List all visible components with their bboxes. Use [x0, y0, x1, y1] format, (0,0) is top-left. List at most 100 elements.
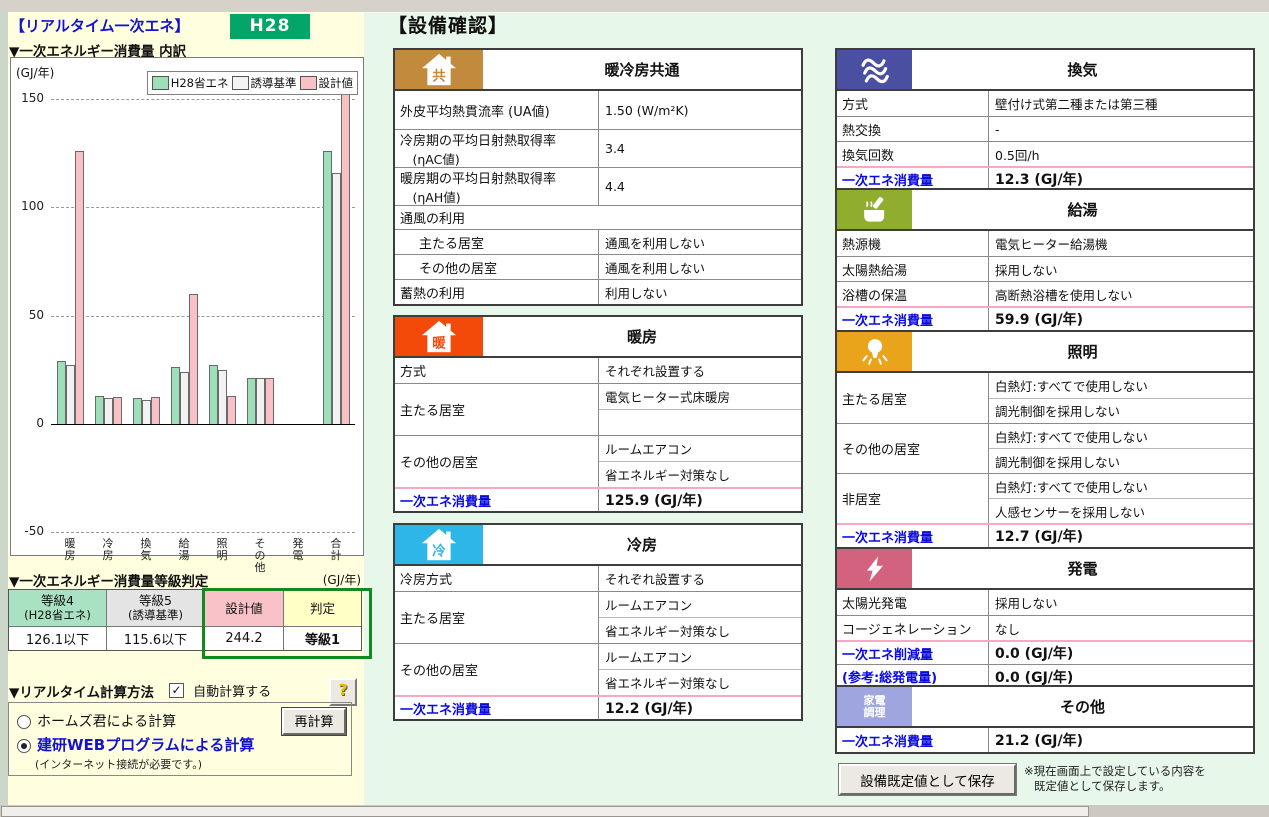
- other-label: 一次エネ消費量: [837, 728, 989, 752]
- generation-value-line: なし: [989, 619, 1253, 638]
- legend-label: 誘導基準: [251, 75, 297, 91]
- save-defaults-button[interactable]: 設備既定値として保存: [839, 764, 1016, 795]
- heating-value-line: 電気ヒーター式床暖房: [599, 384, 801, 409]
- hotwater-value-line: 採用しない: [989, 260, 1253, 279]
- cooling-value-line: それぞれ設置する: [599, 569, 801, 588]
- equipment-table-cooling: 冷冷房冷房方式それぞれ設置する主たる居室ルームエアコン省エネルギー対策なしその他…: [393, 523, 803, 721]
- lighting-value-line: 調光制御を採用しない: [989, 398, 1253, 424]
- lighting-value-line: 人感センサーを採用しない: [989, 498, 1253, 523]
- common-value-line: 利用しない: [599, 283, 801, 302]
- grade5-header-line2: (誘導基準): [128, 608, 183, 623]
- cooling-value-line: ルームエアコン: [599, 592, 801, 617]
- legend-label: 設計値: [319, 75, 354, 91]
- scrollbar-thumb[interactable]: [1, 806, 1089, 817]
- generation-value-line: 0.0 (GJ/年): [989, 667, 1253, 687]
- cooling-value: ルームエアコン省エネルギー対策なし: [599, 644, 801, 695]
- save-note-line2: 既定値として保存します。: [1024, 779, 1206, 794]
- bulb-icon: [837, 332, 912, 371]
- legend-item: 設計値: [300, 75, 354, 91]
- common-row-暖房期の平均日射熱取得率: 暖房期の平均日射熱取得率 (ηAH値)4.4: [395, 167, 801, 205]
- x-category-label-給湯: 給湯: [177, 538, 191, 562]
- bar-冷房-H28省エネ: [95, 396, 104, 424]
- ventilation-row-換気回数: 換気回数0.5回/h: [837, 141, 1253, 166]
- lightning-icon: [837, 549, 912, 588]
- design-value-header: 設計値: [205, 590, 284, 627]
- bar-その他-H28省エネ: [247, 378, 256, 423]
- hotwater-row-一次エネ消費量: 一次エネ消費量59.9 (GJ/年): [837, 306, 1253, 330]
- common-label: 通風の利用: [395, 206, 801, 229]
- cooling-value-line: ルームエアコン: [599, 644, 801, 669]
- hotwater-label: 浴槽の保温: [837, 282, 989, 306]
- radio-kenken-web-icon[interactable]: [17, 739, 31, 753]
- auto-calc-checkbox[interactable]: ✓: [169, 683, 184, 698]
- bar-合計-H28省エネ: [323, 151, 332, 424]
- lighting-value-line: 白熱灯:すべてで使用しない: [989, 373, 1253, 398]
- bar-給湯-設計値: [189, 294, 198, 424]
- save-note-line1: ※現在画面上で設定している内容を: [1024, 764, 1206, 779]
- y-tick-label: 0: [11, 416, 44, 430]
- legend-swatch: [300, 76, 317, 90]
- radio-homeskun-icon[interactable]: [17, 715, 31, 729]
- energy-breakdown-chart: (GJ/年) 150100500-50暖房冷房換気給湯照明その他発電合計H28省…: [10, 57, 364, 556]
- grade4-header-line2: (H28省エネ): [24, 608, 91, 623]
- generation-row-コージェネレーション: コージェネレーションなし: [837, 615, 1253, 640]
- common-label: 蓄熱の利用: [395, 280, 599, 304]
- lighting-value-line: 12.7 (GJ/年): [989, 526, 1253, 546]
- lighting-row-その他の居室: その他の居室白熱灯:すべてで使用しない調光制御を採用しない: [837, 423, 1253, 473]
- cooling-label: 冷房方式: [395, 566, 599, 591]
- gridline-0: [51, 424, 355, 425]
- legend-label: H28省エネ: [171, 75, 229, 91]
- equipment-table-heating: 暖暖房方式それぞれ設置する主たる居室電気ヒーター式床暖房その他の居室ルームエアコ…: [393, 315, 803, 513]
- generation-row-一次エネ削減量: 一次エネ削減量0.0 (GJ/年): [837, 640, 1253, 664]
- horizontal-scrollbar[interactable]: [0, 805, 1269, 817]
- lighting-row-非居室: 非居室白熱灯:すべてで使用しない人感センサーを採用しない: [837, 473, 1253, 523]
- ventilation-value-line: 壁付け式第二種または第三種: [989, 94, 1253, 113]
- design-value: 244.2: [205, 627, 284, 650]
- svg-text:冷: 冷: [432, 542, 446, 559]
- bar-冷房-設計値: [113, 397, 122, 423]
- cooling-value-line: 省エネルギー対策なし: [599, 669, 801, 695]
- cooling-row-その他の居室: その他の居室ルームエアコン省エネルギー対策なし: [395, 643, 801, 695]
- other-value-line: 21.2 (GJ/年): [989, 730, 1253, 750]
- grade-heading-row: ▼一次エネルギー消費量等級判定 (GJ/年): [9, 570, 361, 590]
- panel-title: 【リアルタイム一次エネ】: [10, 15, 190, 36]
- house-rei-icon: 冷: [395, 525, 483, 564]
- table-title-generation: 発電: [912, 549, 1253, 588]
- common-value-line: 通風を利用しない: [599, 233, 801, 252]
- heating-label: 主たる居室: [395, 384, 599, 435]
- hotwater-value: 電気ヒーター給湯機: [989, 231, 1253, 256]
- grade4-header: 等級4 (H28省エネ): [9, 590, 107, 627]
- generation-label: 太陽光発電: [837, 590, 989, 615]
- common-row-外皮平均熱貫流率 (UA値): 外皮平均熱貫流率 (UA値)1.50 (W/m²K): [395, 91, 801, 129]
- grade-judgement-table: 等級4 (H28省エネ) 等級5 (誘導基準) 設計値 判定 126.1以下 1…: [8, 589, 362, 651]
- lighting-value: 12.7 (GJ/年): [989, 525, 1253, 547]
- gridline-150: [51, 99, 355, 100]
- bar-暖房-H28省エネ: [57, 361, 66, 424]
- x-category-label-発電: 発電: [291, 538, 305, 562]
- lighting-value-line: 白熱灯:すべてで使用しない: [989, 424, 1253, 448]
- realtime-energy-panel: 【リアルタイム一次エネ】 H28 ▼一次エネルギー消費量 内訳 (GJ/年) 1…: [8, 12, 364, 805]
- era-badge-h28: H28: [230, 14, 310, 39]
- recalculate-button[interactable]: 再計算: [282, 708, 346, 735]
- grade-unit-label: (GJ/年): [323, 571, 361, 588]
- ventilation-row-方式: 方式壁付け式第二種または第三種: [837, 91, 1253, 116]
- legend-swatch: [232, 76, 249, 90]
- lighting-row-一次エネ消費量: 一次エネ消費量12.7 (GJ/年): [837, 523, 1253, 547]
- ventilation-value-line: -: [989, 122, 1253, 137]
- cooling-row-一次エネ消費量: 一次エネ消費量12.2 (GJ/年): [395, 695, 801, 719]
- calc-method-heading-row: ▼リアルタイム計算方法 ✓ 自動計算する ?: [9, 680, 361, 704]
- chart-unit-label: (GJ/年): [16, 64, 54, 81]
- ventilation-value: -: [989, 117, 1253, 141]
- auto-calc-label: 自動計算する: [193, 685, 271, 700]
- svg-text:暖: 暖: [432, 334, 446, 351]
- bar-換気-H28省エネ: [133, 398, 142, 424]
- air-waves-icon: [837, 50, 912, 89]
- common-value-line: 通風を利用しない: [599, 258, 801, 277]
- calc-option-kenken-web[interactable]: 建研WEBプログラムによる計算: [9, 734, 254, 755]
- x-category-label-換気: 換気: [139, 538, 153, 562]
- calc-option-homeskun[interactable]: ホームズ君による計算: [9, 711, 176, 731]
- hotwater-label: 太陽熱給湯: [837, 257, 989, 281]
- ventilation-value-line: 0.5回/h: [989, 145, 1253, 164]
- grade4-header-line1: 等級4: [41, 593, 74, 608]
- y-tick-label: -50: [11, 524, 44, 538]
